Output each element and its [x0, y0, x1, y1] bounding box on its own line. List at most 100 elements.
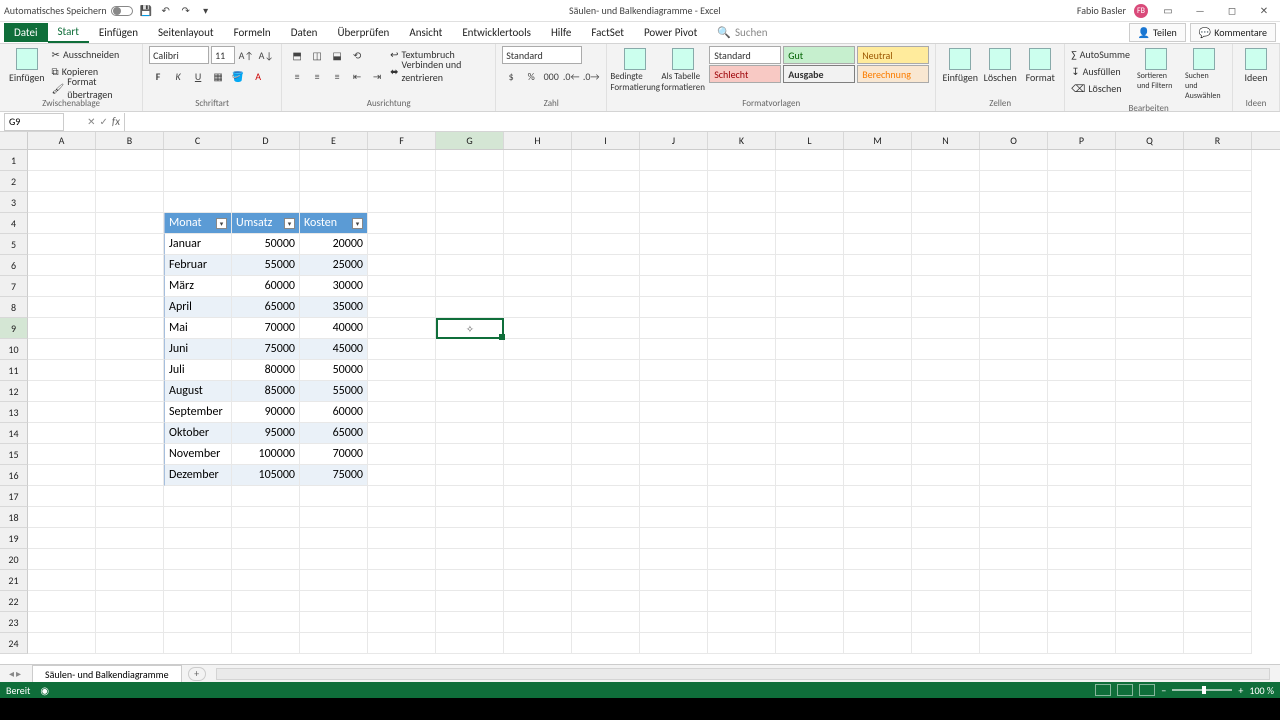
cell-R21[interactable] [1184, 570, 1252, 591]
column-header-Q[interactable]: Q [1116, 132, 1184, 149]
cell-D10[interactable]: 75000 [232, 339, 300, 360]
cell-J5[interactable] [640, 234, 708, 255]
cell-R19[interactable] [1184, 528, 1252, 549]
cell-P11[interactable] [1048, 360, 1116, 381]
cell-O9[interactable] [980, 318, 1048, 339]
fill-color-icon[interactable]: 🪣 [229, 67, 247, 85]
find-select-button[interactable]: Suchen und Auswählen [1182, 46, 1226, 103]
cell-A10[interactable] [28, 339, 96, 360]
conditional-formatting-button[interactable]: Bedingte Formatierung [613, 46, 657, 95]
cell-J21[interactable] [640, 570, 708, 591]
cell-I13[interactable] [572, 402, 640, 423]
cell-O7[interactable] [980, 276, 1048, 297]
cell-E9[interactable]: 40000 [300, 318, 368, 339]
cell-H14[interactable] [504, 423, 572, 444]
cell-M2[interactable] [844, 171, 912, 192]
cell-R18[interactable] [1184, 507, 1252, 528]
cell-M15[interactable] [844, 444, 912, 465]
cell-J22[interactable] [640, 591, 708, 612]
autosave-toggle[interactable] [111, 6, 133, 16]
cell-E16[interactable]: 75000 [300, 465, 368, 486]
cell-E22[interactable] [300, 591, 368, 612]
cell-R4[interactable] [1184, 213, 1252, 234]
cell-N7[interactable] [912, 276, 980, 297]
fill-button[interactable]: ↧Ausfüllen [1071, 63, 1130, 79]
cell-P12[interactable] [1048, 381, 1116, 402]
cell-O14[interactable] [980, 423, 1048, 444]
cell-B10[interactable] [96, 339, 164, 360]
cell-N20[interactable] [912, 549, 980, 570]
cell-G22[interactable] [436, 591, 504, 612]
cell-D6[interactable]: 55000 [232, 255, 300, 276]
column-header-I[interactable]: I [572, 132, 640, 149]
cell-J10[interactable] [640, 339, 708, 360]
cell-F22[interactable] [368, 591, 436, 612]
style-schlecht[interactable]: Schlecht [709, 65, 781, 83]
cell-R24[interactable] [1184, 633, 1252, 654]
cell-E8[interactable]: 35000 [300, 297, 368, 318]
cell-H6[interactable] [504, 255, 572, 276]
cell-C7[interactable]: März [164, 276, 232, 297]
cell-J16[interactable] [640, 465, 708, 486]
tab-page-layout[interactable]: Seitenlayout [148, 23, 224, 42]
cell-H22[interactable] [504, 591, 572, 612]
column-header-C[interactable]: C [164, 132, 232, 149]
cell-H10[interactable] [504, 339, 572, 360]
cell-G10[interactable] [436, 339, 504, 360]
cell-E4[interactable]: Kosten▾ [300, 213, 368, 234]
cell-M10[interactable] [844, 339, 912, 360]
cell-D19[interactable] [232, 528, 300, 549]
cell-C15[interactable]: November [164, 444, 232, 465]
cell-L10[interactable] [776, 339, 844, 360]
cell-I7[interactable] [572, 276, 640, 297]
cell-O11[interactable] [980, 360, 1048, 381]
align-top-icon[interactable]: ⬒ [288, 46, 306, 64]
cell-F20[interactable] [368, 549, 436, 570]
comments-button[interactable]: 💬 Kommentare [1190, 23, 1276, 42]
cell-F7[interactable] [368, 276, 436, 297]
cell-F6[interactable] [368, 255, 436, 276]
cell-O1[interactable] [980, 150, 1048, 171]
cell-B16[interactable] [96, 465, 164, 486]
cell-O24[interactable] [980, 633, 1048, 654]
cell-D11[interactable]: 80000 [232, 360, 300, 381]
cell-A8[interactable] [28, 297, 96, 318]
cell-A1[interactable] [28, 150, 96, 171]
cell-H16[interactable] [504, 465, 572, 486]
cell-M19[interactable] [844, 528, 912, 549]
decrease-font-icon[interactable]: A↓ [257, 46, 275, 64]
cell-F24[interactable] [368, 633, 436, 654]
cell-Q14[interactable] [1116, 423, 1184, 444]
cell-C8[interactable]: April [164, 297, 232, 318]
cell-O16[interactable] [980, 465, 1048, 486]
cell-M21[interactable] [844, 570, 912, 591]
cell-H3[interactable] [504, 192, 572, 213]
cell-K24[interactable] [708, 633, 776, 654]
cell-P10[interactable] [1048, 339, 1116, 360]
cell-G2[interactable] [436, 171, 504, 192]
cell-P6[interactable] [1048, 255, 1116, 276]
align-middle-icon[interactable]: ◫ [308, 46, 326, 64]
name-box[interactable]: G9 [4, 113, 64, 131]
close-icon[interactable]: ✕ [1252, 4, 1276, 18]
ideas-button[interactable]: Ideen [1239, 46, 1273, 86]
row-header-13[interactable]: 13 [0, 402, 28, 423]
tab-start[interactable]: Start [48, 22, 89, 43]
cell-K20[interactable] [708, 549, 776, 570]
cell-H8[interactable] [504, 297, 572, 318]
cell-L23[interactable] [776, 612, 844, 633]
enter-formula-icon[interactable]: ✓ [99, 115, 107, 128]
cell-K18[interactable] [708, 507, 776, 528]
column-header-B[interactable]: B [96, 132, 164, 149]
zoom-out-icon[interactable]: − [1161, 684, 1166, 697]
cell-I21[interactable] [572, 570, 640, 591]
cell-B15[interactable] [96, 444, 164, 465]
select-all-corner[interactable] [0, 132, 28, 149]
cell-Q23[interactable] [1116, 612, 1184, 633]
cell-G3[interactable] [436, 192, 504, 213]
cell-E11[interactable]: 50000 [300, 360, 368, 381]
cell-P16[interactable] [1048, 465, 1116, 486]
cell-E14[interactable]: 65000 [300, 423, 368, 444]
cell-C17[interactable] [164, 486, 232, 507]
cell-I1[interactable] [572, 150, 640, 171]
